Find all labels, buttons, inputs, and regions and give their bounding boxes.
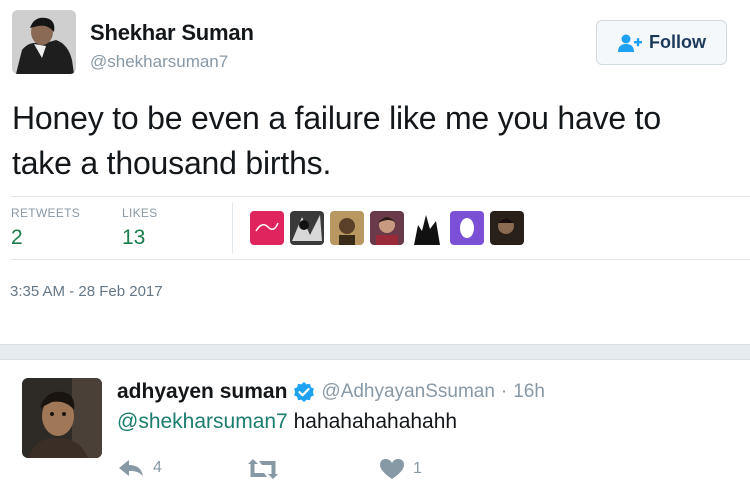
reply-separator: · bbox=[500, 381, 508, 402]
likes-count: 13 bbox=[122, 226, 146, 249]
liker-avatar[interactable] bbox=[250, 211, 284, 245]
liker-avatar[interactable] bbox=[330, 211, 364, 245]
tweet-timestamp[interactable]: 3:35 AM - 28 Feb 2017 bbox=[10, 283, 163, 300]
reply-author-handle[interactable]: @AdhyayanSsuman bbox=[321, 381, 495, 403]
likes-label: LIKES bbox=[122, 206, 158, 220]
liker-avatar[interactable] bbox=[370, 211, 404, 245]
reply-mention-link[interactable]: @shekharsuman7 bbox=[117, 410, 288, 433]
tweet-text-line-2: take a thousand births. bbox=[12, 145, 332, 181]
follow-button[interactable]: Follow bbox=[596, 20, 727, 65]
reply-icon bbox=[119, 460, 143, 476]
liker-avatar[interactable] bbox=[410, 211, 444, 245]
reply-text: @shekharsuman7 hahahahahahahh bbox=[117, 410, 457, 434]
likes-stat[interactable]: LIKES 13 bbox=[122, 206, 158, 250]
reply-author-name[interactable]: adhyayen suman bbox=[117, 380, 287, 404]
reply-time[interactable]: 16h bbox=[513, 381, 545, 403]
retweet-icon bbox=[248, 459, 278, 479]
reply-text-content: hahahahahahahh bbox=[287, 410, 458, 433]
author-avatar[interactable] bbox=[12, 10, 76, 74]
liker-avatar[interactable] bbox=[490, 211, 524, 245]
main-tweet: Shekhar Suman @shekharsuman7 Follow Hone… bbox=[0, 0, 750, 344]
author-handle[interactable]: @shekharsuman7 bbox=[90, 52, 228, 72]
reply-tweet: adhyayen suman @AdhyayanSsuman · 16h @sh… bbox=[0, 360, 750, 502]
tweet-text: Honey to be even a failure like me you h… bbox=[12, 96, 748, 186]
tweet-text-line-1: Honey to be even a failure like me you h… bbox=[12, 100, 661, 136]
like-count: 1 bbox=[413, 460, 422, 477]
stats-divider bbox=[232, 203, 233, 253]
author-name[interactable]: Shekhar Suman bbox=[90, 20, 254, 46]
retweets-stat[interactable]: RETWEETS 2 bbox=[11, 206, 80, 250]
add-user-icon bbox=[618, 34, 642, 52]
reply-author-avatar[interactable] bbox=[22, 378, 102, 458]
section-divider bbox=[0, 344, 750, 360]
liker-avatar[interactable] bbox=[290, 211, 324, 245]
liker-avatar[interactable] bbox=[450, 211, 484, 245]
retweets-count: 2 bbox=[11, 226, 23, 249]
reply-count: 4 bbox=[153, 459, 162, 476]
follow-label: Follow bbox=[649, 32, 706, 52]
heart-icon bbox=[380, 459, 404, 479]
retweets-label: RETWEETS bbox=[11, 206, 81, 220]
tweet-stats: RETWEETS 2 LIKES 13 bbox=[10, 196, 750, 260]
like-button[interactable]: 1 bbox=[379, 458, 422, 480]
verified-badge-icon bbox=[294, 382, 315, 402]
reply-header: adhyayen suman @AdhyayanSsuman · 16h bbox=[117, 380, 545, 404]
reply-button[interactable]: 4 bbox=[117, 458, 162, 478]
retweet-button[interactable] bbox=[247, 458, 279, 480]
